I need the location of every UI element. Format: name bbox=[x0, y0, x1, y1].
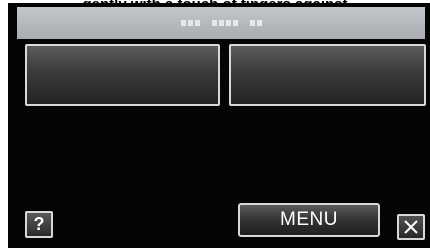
help-button[interactable]: ? bbox=[25, 211, 53, 238]
menu-button-label: MENU bbox=[280, 209, 338, 230]
title-bar bbox=[17, 7, 425, 39]
title-text-obscured bbox=[180, 20, 262, 26]
close-icon bbox=[404, 220, 418, 234]
menu-button[interactable]: MENU bbox=[238, 203, 380, 237]
option-button-left[interactable] bbox=[25, 44, 220, 106]
close-button[interactable] bbox=[397, 214, 425, 240]
option-button-right[interactable] bbox=[229, 44, 426, 106]
question-mark-icon: ? bbox=[33, 214, 45, 234]
